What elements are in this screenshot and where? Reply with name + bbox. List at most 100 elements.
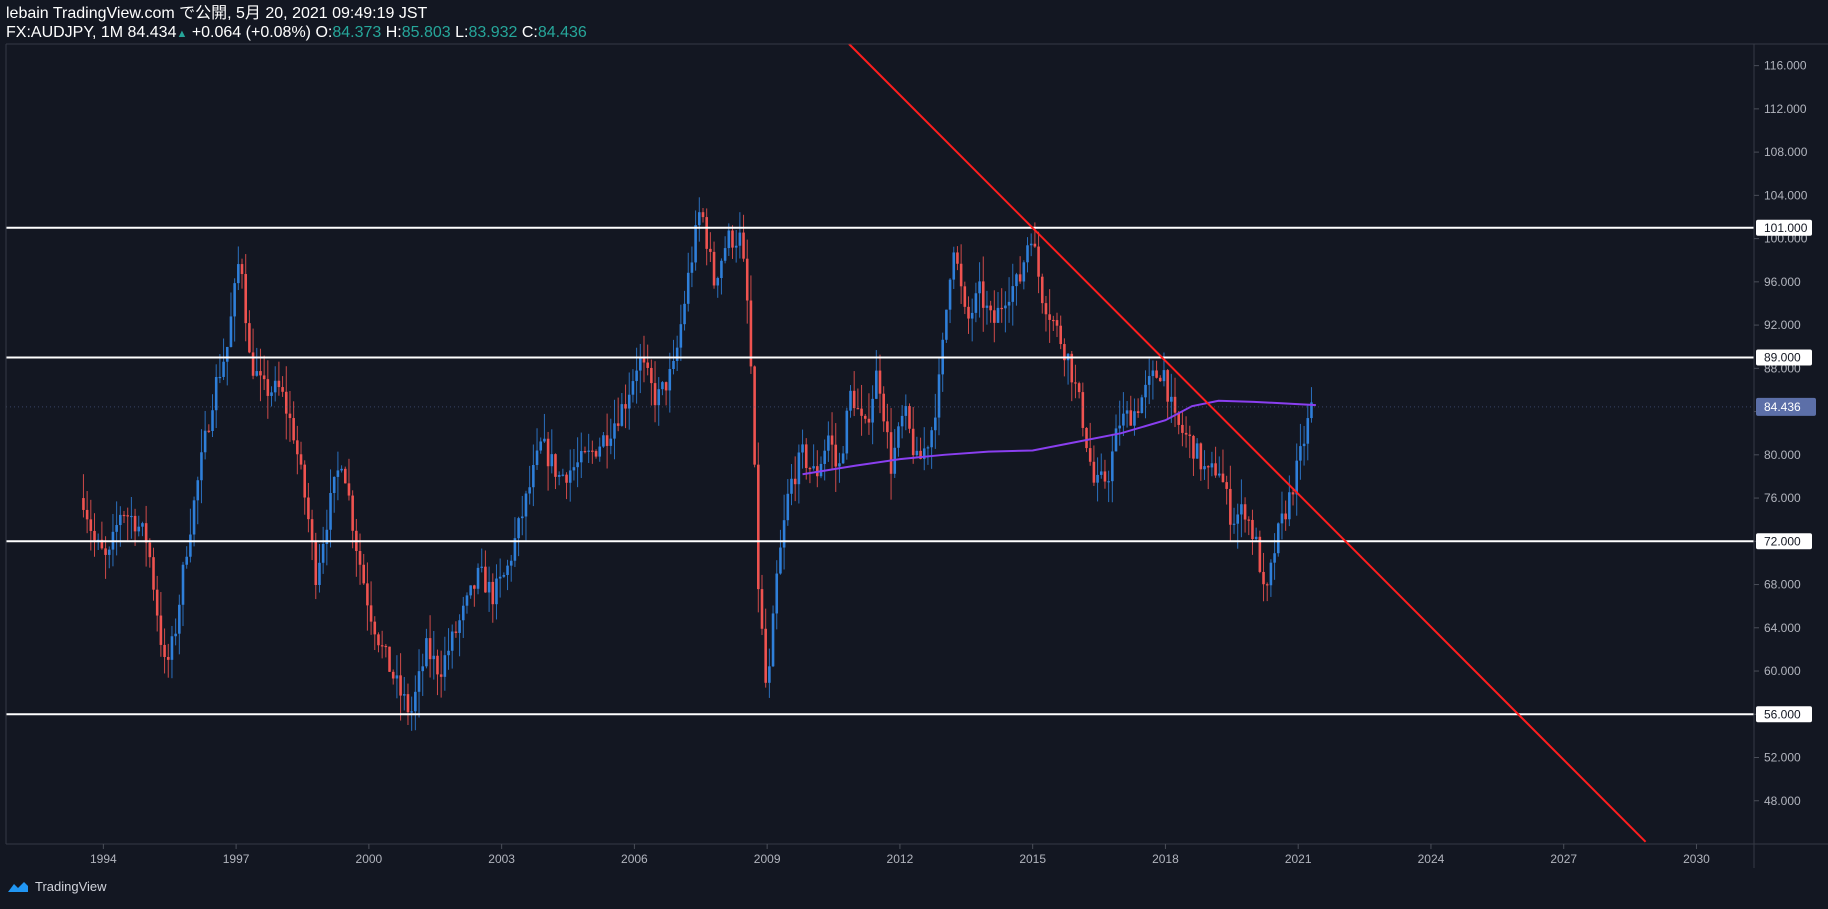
candle-body[interactable] [1000, 307, 1003, 310]
candle-body[interactable] [1210, 463, 1214, 468]
candle-body[interactable] [911, 428, 915, 456]
candle-body[interactable] [144, 523, 148, 543]
candle-body[interactable] [926, 447, 930, 449]
candle-body[interactable] [1291, 492, 1295, 495]
candle-body[interactable] [414, 691, 417, 712]
plot-area[interactable] [6, 44, 1754, 844]
candle-body[interactable] [860, 408, 863, 416]
candle-body[interactable] [1147, 376, 1151, 385]
candle-body[interactable] [85, 509, 89, 520]
candle-body[interactable] [694, 225, 697, 263]
candle-body[interactable] [1118, 425, 1121, 429]
candle-body[interactable] [701, 212, 705, 218]
candle-body[interactable] [930, 430, 933, 448]
candle-body[interactable] [1114, 428, 1118, 452]
candle-body[interactable] [613, 423, 616, 439]
candle-body[interactable] [804, 444, 808, 468]
candle-body[interactable] [1125, 410, 1129, 414]
candle-body[interactable] [406, 694, 410, 713]
candle-body[interactable] [192, 500, 196, 535]
candle-body[interactable] [284, 391, 288, 414]
candle-body[interactable] [329, 492, 332, 530]
candle-body[interactable] [653, 383, 657, 406]
candle-body[interactable] [458, 620, 461, 633]
candle-body[interactable] [1074, 382, 1077, 384]
candle-body[interactable] [1265, 584, 1269, 586]
candle-body[interactable] [886, 421, 889, 433]
candle-body[interactable] [1306, 418, 1310, 444]
candle-body[interactable] [834, 444, 838, 467]
candle-body[interactable] [1247, 519, 1251, 521]
candle-body[interactable] [753, 366, 756, 465]
candle-body[interactable] [768, 666, 771, 683]
candle-body[interactable] [989, 305, 992, 311]
candle-body[interactable] [233, 283, 236, 317]
candle-body[interactable] [281, 387, 284, 392]
candle-body[interactable] [1081, 392, 1085, 428]
candle-body[interactable] [1033, 243, 1037, 247]
candle-body[interactable] [757, 464, 760, 590]
candle-body[interactable] [141, 523, 144, 527]
candle-body[interactable] [1221, 473, 1225, 483]
candle-body[interactable] [473, 585, 476, 589]
candle-body[interactable] [591, 450, 594, 452]
candle-body[interactable] [314, 540, 318, 586]
candle-body[interactable] [830, 435, 834, 445]
candle-body[interactable] [391, 671, 395, 679]
candle-body[interactable] [956, 252, 959, 264]
candle-body[interactable] [1059, 325, 1062, 345]
candle-body[interactable] [89, 519, 93, 531]
candle-body[interactable] [303, 464, 306, 498]
candle-body[interactable] [1217, 473, 1221, 476]
candle-body[interactable] [915, 450, 919, 456]
candle-body[interactable] [318, 562, 321, 586]
candle-body[interactable] [1192, 435, 1195, 459]
candle-body[interactable] [443, 655, 447, 677]
candle-body[interactable] [546, 438, 550, 467]
candle-body[interactable] [1133, 411, 1136, 426]
candle-body[interactable] [399, 675, 402, 696]
candle-body[interactable] [115, 525, 118, 532]
candle-body[interactable] [841, 453, 845, 464]
candle-body[interactable] [1077, 383, 1081, 393]
candle-body[interactable] [358, 551, 362, 565]
candle-body[interactable] [465, 595, 469, 606]
candle-body[interactable] [340, 468, 343, 471]
candle-body[interactable] [498, 576, 502, 579]
candle-body[interactable] [904, 406, 908, 416]
time-axis[interactable]: 1994 1997 2000 2003 2006 2009 2012 2015 2018 2021… [90, 844, 1710, 866]
candle-body[interactable] [1162, 370, 1166, 382]
candle-body[interactable] [104, 548, 107, 555]
candle-body[interactable] [646, 362, 649, 368]
candle-body[interactable] [178, 604, 181, 634]
candle-body[interactable] [679, 324, 683, 348]
candle-body[interactable] [384, 645, 388, 648]
candle-body[interactable] [535, 450, 539, 466]
candle-body[interactable] [476, 567, 480, 589]
candle-body[interactable] [388, 646, 391, 672]
candle-body[interactable] [1229, 488, 1232, 525]
candle-body[interactable] [166, 656, 170, 660]
candle-body[interactable] [229, 316, 233, 347]
candle-body[interactable] [1276, 523, 1280, 554]
candle-body[interactable] [432, 655, 436, 660]
candle-body[interactable] [211, 410, 214, 432]
candle-body[interactable] [528, 487, 531, 494]
candle-body[interactable] [945, 309, 948, 340]
candle-body[interactable] [882, 393, 885, 422]
candle-body[interactable] [705, 217, 708, 249]
candle-body[interactable] [266, 379, 270, 396]
candle-body[interactable] [686, 272, 690, 304]
candle-body[interactable] [369, 605, 373, 622]
candle-body[interactable] [248, 323, 251, 353]
candle-body[interactable] [1026, 245, 1029, 263]
candle-body[interactable] [609, 438, 613, 446]
candle-body[interactable] [296, 440, 299, 455]
candle-body[interactable] [377, 634, 380, 646]
candle-body[interactable] [277, 380, 281, 388]
candle-body[interactable] [1085, 427, 1088, 449]
candle-body[interactable] [189, 534, 192, 557]
candle-body[interactable] [1269, 562, 1273, 586]
candle-body[interactable] [576, 462, 579, 468]
candle-body[interactable] [495, 578, 498, 605]
